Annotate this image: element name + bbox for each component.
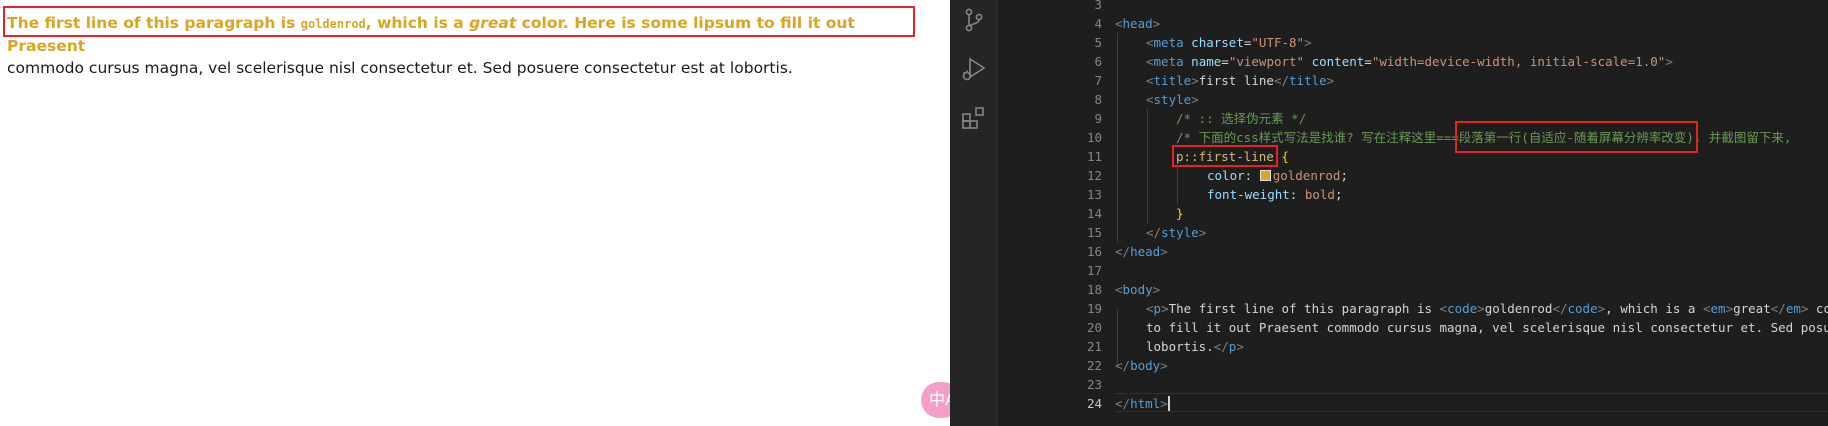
indent-guide [1177, 166, 1178, 204]
line-number: 7 [1094, 73, 1102, 88]
code-line-19: <p>The first line of this paragraph is <… [1146, 299, 1828, 318]
code-token: first line [1198, 73, 1274, 88]
code-token: goldenrod [1272, 168, 1341, 183]
code-token: style [1153, 92, 1192, 107]
code-comment: /* 下面的css样式写法是找谁? 写在注释这里=== [1176, 130, 1459, 145]
code-token: "UTF-8" [1251, 35, 1305, 50]
code-token: body [1122, 282, 1153, 297]
code-token: body [1130, 358, 1161, 373]
line-number: 3 [1094, 0, 1102, 12]
code-token: name [1191, 54, 1222, 69]
code-token: The first line of this paragraph is [1168, 301, 1440, 316]
code-token: color [1207, 168, 1245, 183]
code-line-8: <style> [1146, 92, 1199, 107]
color-swatch[interactable] [1259, 170, 1271, 181]
code-token: col [1815, 301, 1828, 316]
code-line-13: font-weight: bold; [1207, 187, 1343, 202]
code-token: "width=device-width, initial-scale=1.0" [1371, 54, 1666, 69]
code-editor: 3 4 5 6 7 8 9 10 11 12 13 14 15 16 17 18… [950, 0, 1828, 426]
code-token: head [1130, 244, 1161, 259]
code-line-24: </html> [1115, 396, 1170, 411]
code-token: lobortis. [1146, 339, 1214, 354]
run-debug-icon[interactable] [960, 55, 988, 83]
indent-guide [1117, 33, 1118, 242]
line-number-gutter: 3 4 5 6 7 8 9 10 11 12 13 14 15 16 17 18… [998, 0, 1108, 426]
activity-bar [950, 0, 998, 426]
source-control-icon[interactable] [960, 6, 988, 34]
code-token: } [1176, 206, 1184, 221]
code-token: to fill it out Praesent commodo cursus m… [1146, 320, 1828, 335]
line-number: 18 [1086, 282, 1102, 297]
translate-button[interactable]: 中A [921, 382, 950, 418]
code-line-5: <meta charset="UTF-8"> [1146, 35, 1312, 50]
browser-preview: The first line of this paragraph is gold… [0, 0, 950, 426]
code-line-20: to fill it out Praesent commodo cursus m… [1146, 318, 1828, 337]
code-token: bold [1304, 187, 1335, 202]
code-line-12: color: goldenrod; [1207, 168, 1348, 183]
code-line-22: </body> [1115, 358, 1168, 373]
code-line-16: </head> [1115, 244, 1168, 259]
line-number: 12 [1086, 168, 1102, 183]
line-number: 17 [1086, 263, 1102, 278]
code-line-6: <meta name="viewport" content="width=dev… [1146, 54, 1673, 69]
code-area[interactable]: <head> <meta charset="UTF-8"> <meta name… [1115, 0, 1828, 426]
code-token: meta [1153, 54, 1184, 69]
code-token: great [1733, 301, 1771, 316]
code-token: style [1161, 225, 1199, 240]
line-number: 9 [1094, 111, 1102, 126]
code-token: { [1281, 149, 1289, 164]
text-cursor [1167, 396, 1170, 411]
line-number: 19 [1086, 301, 1102, 316]
line-number: 21 [1086, 339, 1102, 354]
line-number: 16 [1086, 244, 1102, 259]
code-token: "viewport" [1228, 54, 1305, 69]
active-line-highlight [1115, 393, 1828, 412]
code-token: head [1122, 16, 1153, 31]
line-number: 14 [1086, 206, 1102, 221]
line-number-active: 24 [1086, 396, 1102, 411]
code-line-21: lobortis.</p> [1146, 339, 1244, 354]
paragraph-second-line: commodo cursus magna, vel scelerisque ni… [7, 59, 793, 77]
line-number: 13 [1086, 187, 1102, 202]
code-line-7: <title>first line</title> [1146, 73, 1335, 88]
line-number: 15 [1086, 225, 1102, 240]
code-line-9: /* :: 选择伪元素 */ [1176, 109, 1306, 128]
line-number: 5 [1094, 35, 1102, 50]
line-number: 23 [1086, 377, 1102, 392]
code-comment: /* :: 选择伪元素 */ [1176, 111, 1307, 126]
extensions-icon[interactable] [960, 104, 988, 132]
indent-guide [1147, 109, 1148, 223]
line-number: 22 [1086, 358, 1102, 373]
line-number: 10 [1086, 130, 1102, 145]
code-token: html [1130, 396, 1161, 411]
code-token: content [1311, 54, 1365, 69]
code-line-14: } [1176, 204, 1184, 223]
code-token: charset [1191, 35, 1244, 50]
line-number: 11 [1086, 149, 1102, 164]
selector-highlight-box [1172, 145, 1278, 167]
code-comment: , 并截图留下来, [1693, 130, 1792, 145]
code-token: meta [1153, 35, 1184, 50]
code-line-18: <body> [1115, 282, 1161, 297]
comment-highlight-box [1454, 121, 1698, 153]
code-token: goldenrod [1484, 301, 1553, 316]
first-line-highlight-box [3, 6, 915, 37]
line-number: 4 [1094, 16, 1102, 31]
code-line-15: </style> [1146, 225, 1207, 240]
line-number: 8 [1094, 92, 1102, 107]
line-number: 20 [1086, 320, 1102, 335]
code-token: font-weight [1207, 187, 1290, 202]
code-line-4: <head> [1115, 16, 1161, 31]
code-token: , which is a [1605, 301, 1703, 316]
line-number: 6 [1094, 54, 1102, 69]
